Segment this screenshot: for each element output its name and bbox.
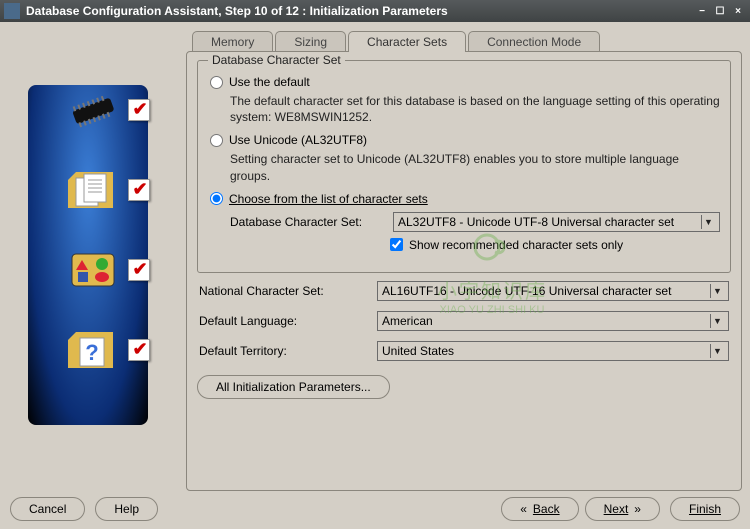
titlebar: Database Configuration Assistant, Step 1… xyxy=(0,0,750,22)
radio-use-unicode-label: Use Unicode (AL32UTF8) xyxy=(229,133,367,147)
next-glyph-icon: » xyxy=(634,502,641,516)
tab-memory[interactable]: Memory xyxy=(192,31,273,52)
radio-choose-list-input[interactable] xyxy=(210,192,223,205)
default-language-row: Default Language: American ▼ xyxy=(197,311,731,331)
db-charset-select[interactable]: AL32UTF8 - Unicode UTF-8 Universal chara… xyxy=(393,212,720,232)
chevron-down-icon: ▼ xyxy=(701,215,715,229)
national-charset-select[interactable]: AL16UTF16 - Unicode UTF-16 Universal cha… xyxy=(377,281,729,301)
bottom-bar: Cancel Help « Back Next » Finish xyxy=(8,491,742,521)
window-title: Database Configuration Assistant, Step 1… xyxy=(26,4,694,18)
sidebar-step-sizing xyxy=(14,160,172,220)
show-recommended-checkbox[interactable] xyxy=(390,238,403,251)
database-charset-group: Database Character Set Use the default T… xyxy=(197,60,731,273)
default-territory-row: Default Territory: United States ▼ xyxy=(197,341,731,361)
show-recommended-label: Show recommended character sets only xyxy=(409,238,623,252)
default-language-value: American xyxy=(382,314,433,328)
chevron-down-icon: ▼ xyxy=(710,344,724,358)
right-panel: Memory Sizing Character Sets Connection … xyxy=(186,30,742,491)
show-recommended-row: Show recommended character sets only xyxy=(390,238,720,252)
chevron-down-icon: ▼ xyxy=(710,314,724,328)
sidebar-step-connmode: ? xyxy=(14,320,172,380)
option-use-default: Use the default The default character se… xyxy=(210,75,720,125)
tab-connection-mode[interactable]: Connection Mode xyxy=(468,31,600,52)
radio-use-unicode-input[interactable] xyxy=(210,134,223,147)
right-buttons: « Back Next » Finish xyxy=(501,497,740,521)
checkmark-icon xyxy=(128,259,150,281)
default-language-label: Default Language: xyxy=(199,314,369,328)
option-use-unicode: Use Unicode (AL32UTF8) Setting character… xyxy=(210,133,720,183)
group-title: Database Character Set xyxy=(208,53,345,67)
national-charset-row: National Character Set: AL16UTF16 - Unic… xyxy=(197,281,731,301)
option-choose-list: Choose from the list of character sets D… xyxy=(210,192,720,252)
next-label: Next xyxy=(604,502,629,516)
sidebar: ? xyxy=(8,30,178,491)
folder-docs-icon xyxy=(58,160,128,220)
shapes-tile-icon xyxy=(68,250,118,290)
national-charset-label: National Character Set: xyxy=(199,284,369,298)
national-charset-value: AL16UTF16 - Unicode UTF-16 Universal cha… xyxy=(382,284,671,298)
checkmark-icon xyxy=(128,339,150,361)
radio-choose-list-label: Choose from the list of character sets xyxy=(229,192,428,206)
main: ? Memory Sizing Character Sets Connectio… xyxy=(8,30,742,491)
chevron-down-icon: ▼ xyxy=(710,284,724,298)
default-language-select[interactable]: American ▼ xyxy=(377,311,729,331)
back-label: Back xyxy=(533,502,560,516)
back-button[interactable]: « Back xyxy=(501,497,578,521)
close-button[interactable]: × xyxy=(730,4,746,18)
left-buttons: Cancel Help xyxy=(10,497,158,521)
all-params-row: All Initialization Parameters... xyxy=(197,375,731,399)
finish-button[interactable]: Finish xyxy=(670,497,740,521)
finish-label: Finish xyxy=(689,502,721,516)
memory-chip-icon xyxy=(63,90,123,130)
minimize-button[interactable]: − xyxy=(694,4,710,18)
tab-character-sets[interactable]: Character Sets xyxy=(348,31,466,52)
maximize-button[interactable]: ☐ xyxy=(712,4,728,18)
radio-use-unicode[interactable]: Use Unicode (AL32UTF8) xyxy=(210,133,720,147)
all-init-params-button[interactable]: All Initialization Parameters... xyxy=(197,375,390,399)
svg-text:?: ? xyxy=(85,340,98,365)
radio-choose-list[interactable]: Choose from the list of character sets xyxy=(210,192,720,206)
nav-buttons: « Back Next » xyxy=(501,497,660,521)
default-territory-value: United States xyxy=(382,344,454,358)
use-unicode-desc: Setting character set to Unicode (AL32UT… xyxy=(230,151,720,183)
db-charset-row: Database Character Set: AL32UTF8 - Unico… xyxy=(230,212,720,232)
window-buttons: − ☐ × xyxy=(694,4,746,18)
default-territory-select[interactable]: United States ▼ xyxy=(377,341,729,361)
db-charset-value: AL32UTF8 - Unicode UTF-8 Universal chara… xyxy=(398,215,674,229)
radio-use-default-input[interactable] xyxy=(210,76,223,89)
default-territory-label: Default Territory: xyxy=(199,344,369,358)
folder-help-icon: ? xyxy=(58,320,128,380)
db-charset-label: Database Character Set: xyxy=(230,215,385,229)
checkmark-icon xyxy=(128,179,150,201)
cancel-button[interactable]: Cancel xyxy=(10,497,85,521)
back-glyph-icon: « xyxy=(520,502,527,516)
app-icon xyxy=(4,3,20,19)
next-button[interactable]: Next » xyxy=(585,497,660,521)
tabs: Memory Sizing Character Sets Connection … xyxy=(186,30,742,51)
sidebar-step-memory xyxy=(14,80,172,140)
radio-use-default[interactable]: Use the default xyxy=(210,75,720,89)
radio-use-default-label: Use the default xyxy=(229,75,310,89)
tab-panel: 小宇知识库 XIAO YU ZHI SHI KU Database Charac… xyxy=(186,51,742,491)
sidebar-step-charsets xyxy=(14,240,172,300)
content: ? Memory Sizing Character Sets Connectio… xyxy=(0,22,750,529)
help-button[interactable]: Help xyxy=(95,497,158,521)
use-default-desc: The default character set for this datab… xyxy=(230,93,720,125)
tab-sizing[interactable]: Sizing xyxy=(275,31,346,52)
checkmark-icon xyxy=(128,99,150,121)
